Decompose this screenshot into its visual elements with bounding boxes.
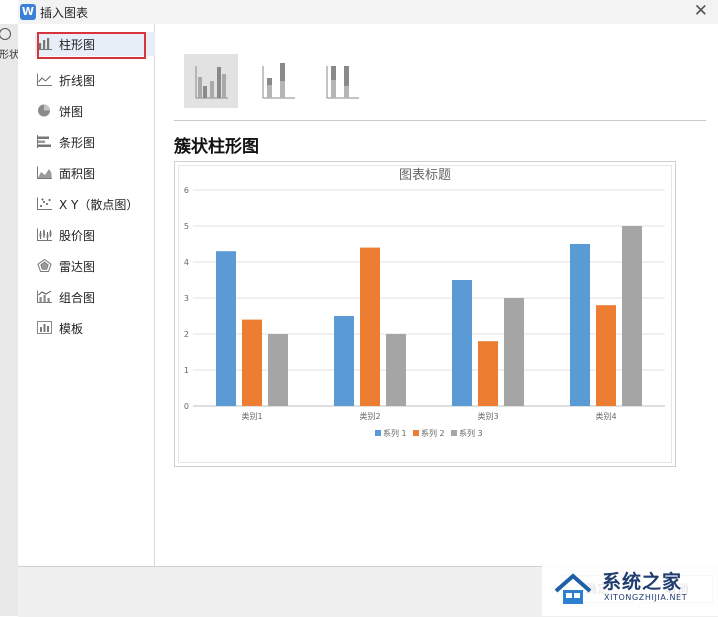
y-tick-label: 1 [184, 366, 189, 375]
x-tick-label: 类别2 [359, 411, 380, 421]
subtype-stacked-column[interactable] [251, 54, 305, 108]
sidebar-item-label: 饼图 [59, 105, 84, 119]
bar [242, 319, 262, 406]
combo-chart-icon [37, 290, 52, 303]
background-app-strip [0, 24, 19, 616]
sidebar-item-label: 面积图 [59, 167, 96, 181]
sidebar-item-radar[interactable]: 雷达图 [35, 254, 155, 278]
y-tick-label: 2 [184, 330, 189, 339]
pie-chart-icon [38, 104, 50, 117]
shape-icon [0, 28, 11, 40]
percent-stacked-column-icon [326, 66, 359, 99]
column-chart-icon [37, 38, 52, 50]
sidebar-item-line[interactable]: 折线图 [35, 68, 155, 92]
sidebar-item-stock[interactable]: 股价图 [35, 223, 155, 247]
legend-label: 系列 2 [421, 428, 445, 438]
bar [360, 247, 380, 406]
bar [596, 305, 616, 406]
chart-title: 图表标题 [399, 168, 451, 183]
stacked-column-icon [262, 63, 295, 99]
house-logo-icon [554, 573, 592, 604]
y-tick-label: 6 [184, 186, 189, 195]
x-tick-label: 类别1 [241, 411, 262, 421]
x-tick-label: 类别4 [595, 411, 616, 421]
legend-swatch [413, 430, 419, 436]
sidebar-item-label: 雷达图 [59, 260, 96, 274]
bar [216, 251, 236, 406]
sidebar-item-column[interactable]: 柱形图 [35, 32, 155, 56]
sidebar-item-scatter[interactable]: X Y（散点图） [35, 192, 155, 216]
bar [478, 341, 498, 406]
sidebar-item-pie[interactable]: 饼图 [35, 99, 155, 123]
legend-label: 系列 1 [383, 428, 407, 438]
template-icon [37, 321, 52, 334]
insert-chart-dialog: 柱形图 折线图 饼图 条形图 面积图 X Y（散点图） 股价图 雷达图 组合图 … [18, 24, 718, 617]
chart-preview[interactable]: 图表标题 0 1 2 3 4 5 6 类别1 类别2 类别3 类别4 系列 1 系列 2 系列 3 [174, 161, 676, 467]
subtype-clustered-column[interactable] [184, 54, 238, 108]
sidebar-item-label: 柱形图 [59, 38, 96, 52]
sidebar-item-label: 组合图 [59, 291, 96, 305]
divider [174, 120, 706, 121]
clustered-column-chart: 图表标题 0 1 2 3 4 5 6 类别1 类别2 类别3 类别4 系列 1 系列 2 系列 3 [184, 168, 665, 438]
legend-swatch [375, 430, 381, 436]
chart-type-sidebar: 柱形图 折线图 饼图 条形图 面积图 X Y（散点图） 股价图 雷达图 组合图 … [23, 24, 155, 566]
radar-chart-icon [37, 259, 52, 272]
clustered-column-icon [195, 66, 228, 99]
sidebar-item-label: 模板 [59, 322, 84, 336]
y-tick-label: 3 [184, 294, 189, 303]
x-tick-label: 类别3 [477, 411, 498, 421]
bar [504, 298, 524, 406]
bar [386, 334, 406, 406]
y-tick-label: 0 [184, 402, 189, 411]
bar [452, 280, 472, 406]
chart-preview-panel: 簇状柱形图 图表标题 0 1 2 3 4 5 6 类别1 类别2 类别3 类别4 系列 1 系列 2 系列 … [155, 24, 718, 566]
stock-chart-icon [37, 228, 52, 241]
sidebar-item-label: 股价图 [59, 229, 96, 243]
dialog-title: 插入图表 [40, 6, 89, 20]
legend-swatch [451, 430, 457, 436]
bar-chart-icon [37, 135, 51, 148]
y-tick-label: 5 [184, 222, 189, 231]
line-chart-icon [37, 73, 52, 86]
bar [334, 316, 354, 406]
sidebar-item-label: 折线图 [59, 74, 96, 88]
sidebar-item-label: 条形图 [59, 136, 96, 150]
bar [268, 334, 288, 406]
sidebar-item-area[interactable]: 面积图 [35, 161, 155, 185]
sidebar-item-label: X Y（散点图） [59, 198, 139, 212]
background-fragment-text: 形状 [0, 50, 19, 61]
scatter-chart-icon [37, 197, 52, 210]
close-icon[interactable]: ✕ [694, 1, 708, 21]
watermark-url: XITONGZHIJIA.NET [604, 593, 688, 602]
chart-preview-inner: 图表标题 0 1 2 3 4 5 6 类别1 类别2 类别3 类别4 系列 1 系列 2 系列 3 [178, 165, 672, 463]
bar [622, 226, 642, 406]
bar [570, 244, 590, 406]
watermark-text: 系统之家 [602, 571, 683, 593]
app-logo-icon: W [20, 4, 36, 20]
sidebar-item-bar[interactable]: 条形图 [35, 130, 155, 154]
sidebar-item-template[interactable]: 模板 [35, 316, 155, 340]
title-bar: W 插入图表 ✕ [18, 0, 718, 25]
watermark: 系统之家 XITONGZHIJIA.NET [542, 565, 718, 616]
subtype-percent-stacked-column[interactable] [315, 54, 369, 108]
y-tick-label: 4 [184, 258, 189, 267]
sidebar-item-combo[interactable]: 组合图 [35, 285, 155, 309]
area-chart-icon [37, 166, 52, 179]
background-shape-tool: 形状 [0, 28, 19, 61]
chart-subtype-title: 簇状柱形图 [174, 137, 259, 157]
legend-label: 系列 3 [459, 428, 483, 438]
